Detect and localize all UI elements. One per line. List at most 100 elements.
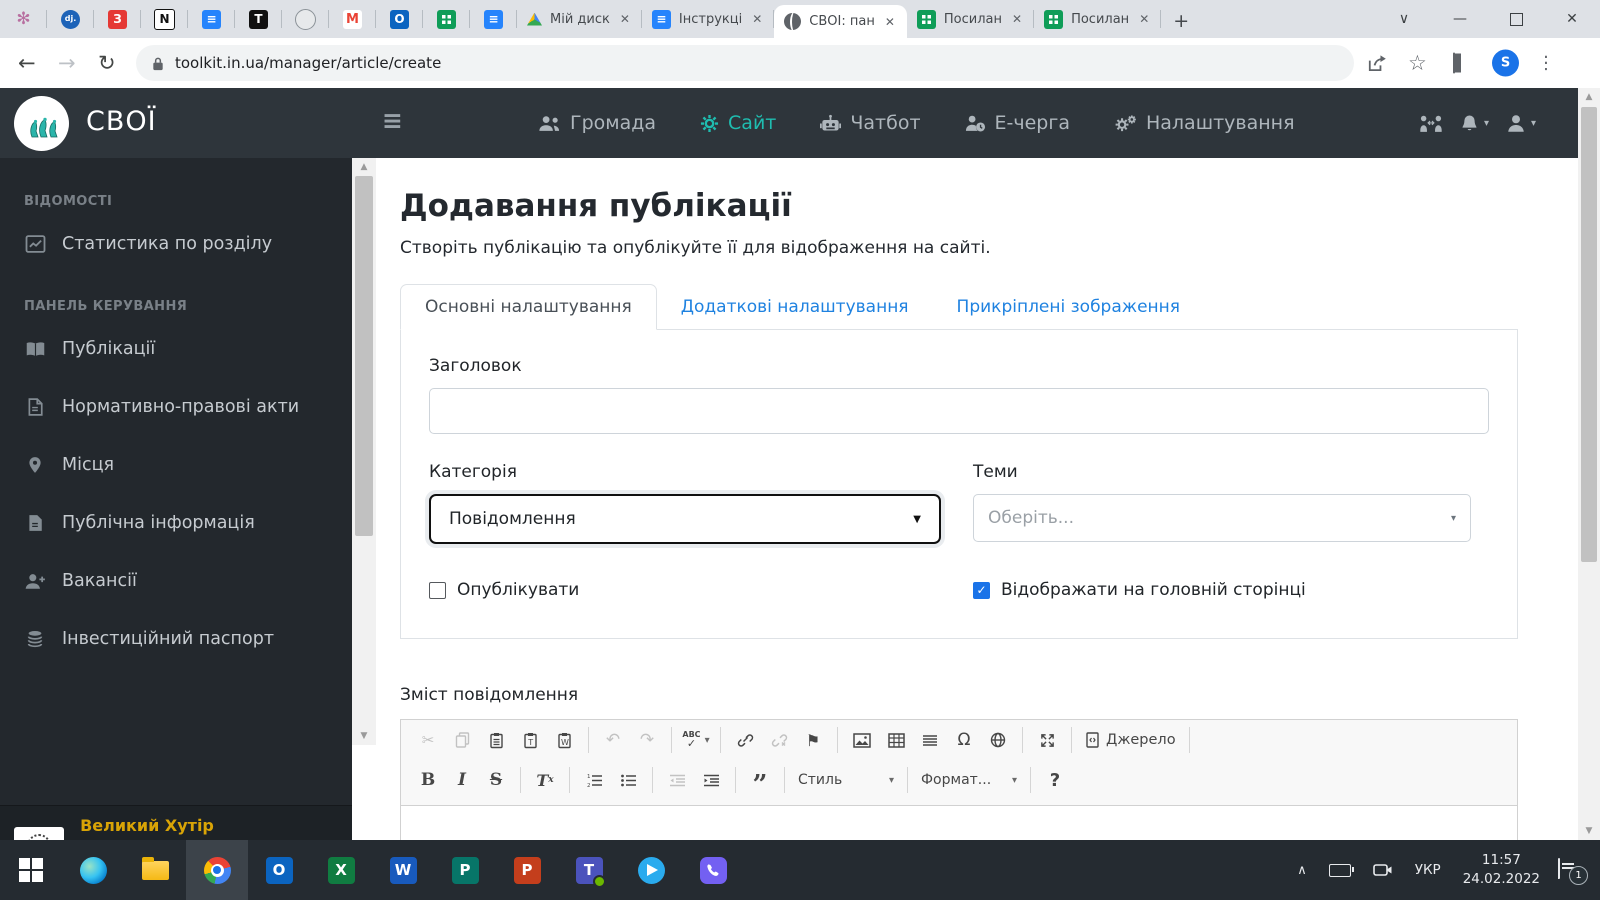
pinned-tab-t[interactable]: T <box>235 0 282 38</box>
numbered-list-icon[interactable]: 12 <box>577 765 611 795</box>
taskbar-teams[interactable]: T <box>558 840 620 900</box>
taskbar-viber[interactable] <box>682 840 744 900</box>
scroll-down-icon[interactable]: ▼ <box>1578 822 1600 840</box>
clock[interactable]: 11:57 24.02.2022 <box>1463 851 1540 889</box>
blockquote-icon[interactable]: ” <box>743 760 777 800</box>
paste-as-text-icon[interactable]: T <box>513 725 547 755</box>
pinned-tab-docs-2[interactable]: ≡ <box>470 0 517 38</box>
pinned-tab-z[interactable]: З <box>94 0 141 38</box>
bulleted-list-icon[interactable] <box>611 765 645 795</box>
side-panel-icon[interactable] <box>1453 52 1455 74</box>
about-icon[interactable]: ? <box>1038 765 1072 795</box>
publish-checkbox[interactable] <box>429 581 446 599</box>
pinned-tab-django[interactable]: dj. <box>47 0 94 38</box>
outdent-icon[interactable] <box>660 765 694 795</box>
taskbar-powerpoint[interactable]: P <box>496 840 558 900</box>
battery-icon[interactable] <box>1328 863 1354 877</box>
tab-svoi-active[interactable]: СВОЇ: пан ✕ <box>774 5 907 38</box>
sidebar-item-invest-passport[interactable]: Інвестиційний паспорт <box>24 610 352 668</box>
taskbar-publisher[interactable]: P <box>434 840 496 900</box>
sidebar-item-places[interactable]: Місця <box>24 436 352 494</box>
show-on-main-checkbox-row[interactable]: ✓ Відображати на головній сторінці <box>973 580 1471 600</box>
close-window-button[interactable]: ✕ <box>1544 0 1600 38</box>
tab-instructions[interactable]: ≡ Інструкці ✕ <box>642 0 775 38</box>
start-button[interactable] <box>0 840 62 900</box>
paste-icon[interactable] <box>479 725 513 755</box>
language-indicator[interactable]: УКР <box>1415 862 1441 878</box>
sidebar-item-legal-acts[interactable]: Нормативно-правові акти <box>24 378 352 436</box>
nav-hromada[interactable]: Громада <box>538 112 656 134</box>
tab-basic-settings[interactable]: Основні налаштування <box>400 284 657 330</box>
close-tab-icon[interactable]: ✕ <box>1010 12 1024 26</box>
taskbar-outlook[interactable]: O <box>248 840 310 900</box>
source-button[interactable]: Джерело <box>1079 732 1182 748</box>
paste-from-word-icon[interactable]: W <box>547 725 581 755</box>
restore-button[interactable] <box>1488 0 1544 38</box>
tab-drive[interactable]: Мій диск ✕ <box>517 0 642 38</box>
sidebar-scrollbar[interactable]: ▲ ▼ <box>352 158 376 745</box>
meet-now-icon[interactable] <box>1372 863 1393 877</box>
close-tab-icon[interactable]: ✕ <box>1137 12 1151 26</box>
unlink-icon[interactable] <box>762 725 796 755</box>
nav-nalashtuvannya[interactable]: Налаштування <box>1114 112 1295 134</box>
scroll-down-icon[interactable]: ▼ <box>352 727 376 745</box>
iframe-globe-icon[interactable] <box>981 725 1015 755</box>
new-tab-button[interactable]: + <box>1161 10 1201 38</box>
show-on-main-checkbox[interactable]: ✓ <box>973 581 990 599</box>
sidebar-item-statistics[interactable]: Статистика по розділу <box>24 215 352 273</box>
nav-chatbot[interactable]: Чатбот <box>820 112 921 134</box>
pinned-tab-docs[interactable]: ≡ <box>188 0 235 38</box>
sidebar-item-publications[interactable]: Публікації <box>24 320 352 378</box>
action-center-icon[interactable]: 1 <box>1558 858 1588 885</box>
notifications-menu[interactable]: ▾ <box>1460 114 1489 133</box>
publish-checkbox-row[interactable]: Опублікувати <box>429 580 941 600</box>
maximize-icon[interactable] <box>1030 725 1064 755</box>
pinned-tab-gmail[interactable]: M <box>329 0 376 38</box>
taskbar-excel[interactable]: X <box>310 840 372 900</box>
style-dropdown[interactable]: Стиль ▾ <box>792 772 900 788</box>
bookmark-star-icon[interactable]: ☆ <box>1408 51 1427 75</box>
cut-icon[interactable]: ✂ <box>411 725 445 755</box>
category-select[interactable]: Повідомлення ▼ <box>429 494 941 544</box>
sidebar-item-public-info[interactable]: Публічна інформація <box>24 494 352 552</box>
close-tab-icon[interactable]: ✕ <box>750 12 764 26</box>
people-arrows-icon[interactable] <box>1419 114 1443 133</box>
format-dropdown[interactable]: Формат... ▾ <box>915 772 1023 788</box>
indent-icon[interactable] <box>694 765 728 795</box>
page-scrollbar[interactable]: ▲ ▼ <box>1578 88 1600 840</box>
pinned-tab-notion[interactable]: N <box>141 0 188 38</box>
pinned-tab-emblem[interactable] <box>282 0 329 38</box>
table-icon[interactable] <box>879 725 913 755</box>
undo-icon[interactable]: ↶ <box>596 725 630 755</box>
sidebar-item-vacancies[interactable]: Вакансії <box>24 552 352 610</box>
strikethrough-icon[interactable]: S <box>479 765 513 795</box>
svoi-logo[interactable] <box>14 96 69 151</box>
share-icon[interactable] <box>1368 55 1387 72</box>
taskbar-edge[interactable] <box>62 840 124 900</box>
title-input[interactable] <box>429 388 1489 434</box>
bold-icon[interactable]: B <box>411 765 445 795</box>
italic-icon[interactable]: I <box>445 765 479 795</box>
pinned-tab-sheets[interactable] <box>423 0 470 38</box>
spellcheck-icon[interactable]: ABC ✓ ▾ <box>679 725 713 755</box>
taskbar-word[interactable]: W <box>372 840 434 900</box>
nav-echerga[interactable]: Е-черга <box>965 112 1070 134</box>
user-menu[interactable]: ▾ <box>1506 113 1536 133</box>
tab-links-1[interactable]: Посилан ✕ <box>907 0 1035 38</box>
scrollbar-thumb[interactable] <box>355 176 373 536</box>
scrollbar-thumb[interactable] <box>1581 107 1597 562</box>
copy-icon[interactable] <box>445 725 479 755</box>
tab-links-2[interactable]: Посилан ✕ <box>1034 0 1162 38</box>
tab-additional-settings[interactable]: Додаткові налаштування <box>657 285 933 329</box>
scroll-up-icon[interactable]: ▲ <box>1578 88 1600 106</box>
forward-button[interactable]: → <box>58 51 76 75</box>
editor-content-area[interactable] <box>401 805 1517 840</box>
address-bar[interactable]: toolkit.in.ua/manager/article/create <box>136 45 1354 81</box>
image-icon[interactable] <box>845 725 879 755</box>
browser-menu-icon[interactable]: ⋮ <box>1537 53 1555 74</box>
pinned-tab-outlook[interactable]: O <box>376 0 423 38</box>
back-button[interactable]: ← <box>18 51 36 75</box>
taskbar-chrome-active[interactable] <box>186 840 248 900</box>
reload-button[interactable]: ↻ <box>98 51 116 75</box>
sidebar-toggle-icon[interactable]: ≡ <box>382 106 403 135</box>
